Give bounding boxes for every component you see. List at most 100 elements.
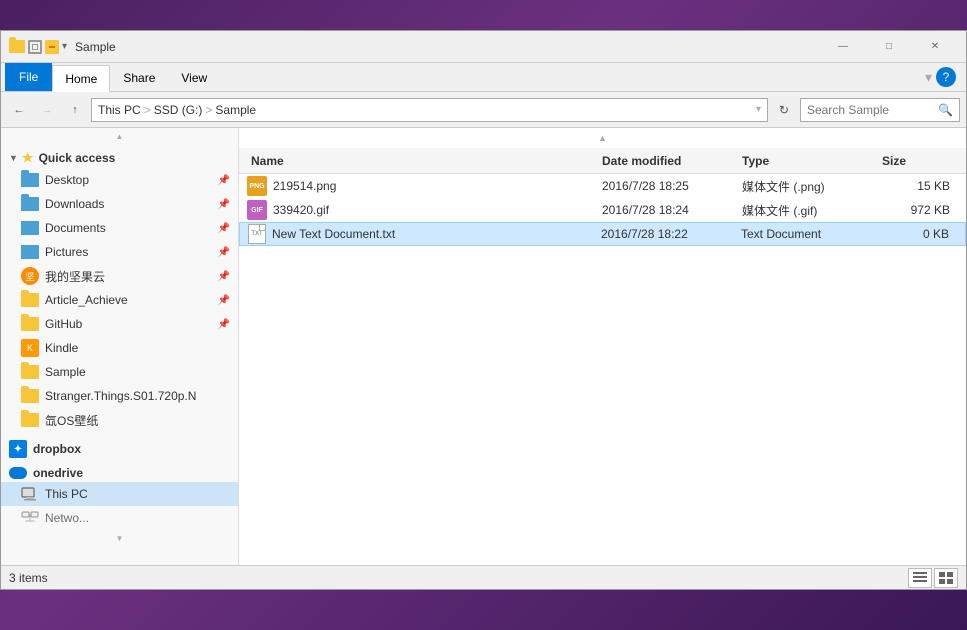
file-date-1: 2016/7/28 18:25 [598,179,738,193]
col-type[interactable]: Type [738,154,878,168]
sidebar-item-qios[interactable]: 氙OS壁纸 [1,408,238,432]
forward-button[interactable]: → [35,98,59,122]
sidebar-item-kindle[interactable]: K Kindle [1,336,238,360]
table-row[interactable]: TXT New Text Document.txt 2016/7/28 18:2… [239,222,966,246]
address-bar: ← → ↑ This PC > SSD (G:) > Sample ▾ ↻ 🔍 [1,92,966,128]
sidebar-item-stranger-label: Stranger.Things.S01.720p.N [45,389,196,403]
breadcrumb-sep-1: > [144,103,151,117]
breadcrumb-sep-2: > [205,103,212,117]
preview-view-button[interactable] [934,568,958,588]
file-list-scroll-up: ▲ [239,128,966,148]
scroll-down-indicator: ▼ [1,530,238,546]
dropbox-icon: ✦ [9,440,27,458]
window-controls: — □ ✕ [820,31,958,63]
sidebar-item-desktop[interactable]: Desktop 📌 [1,168,238,192]
network-icon [21,509,39,527]
onedrive-icon [9,467,27,479]
tab-file[interactable]: File [5,63,52,91]
sidebar-item-nutscloud[interactable]: 坚 我的坚果云 📌 [1,264,238,288]
breadcrumb[interactable]: This PC > SSD (G:) > Sample ▾ [91,98,768,122]
sidebar-item-downloads-label: Downloads [45,197,104,211]
view-buttons [908,568,958,588]
address-dropdown[interactable]: ▾ [756,104,761,115]
sidebar-item-downloads[interactable]: Downloads 📌 [1,192,238,216]
txt-icon: TXT [248,224,266,244]
sidebar-item-thispc[interactable]: This PC [1,482,238,506]
png-icon: PNG [247,176,267,196]
sidebar-item-article-achieve[interactable]: Article_Achieve 📌 [1,288,238,312]
file-type-3: Text Document [737,227,877,241]
sidebar-item-github[interactable]: GitHub 📌 [1,312,238,336]
file-list: ▲ Name Date modified Type Size PNG 21951… [239,128,966,565]
ribbon-collapse-button[interactable]: ▾ [925,69,932,86]
details-view-button[interactable] [908,568,932,588]
table-row[interactable]: PNG 219514.png 2016/7/28 18:25 媒体文件 (.pn… [239,174,966,198]
onedrive-header[interactable]: onedrive [1,462,238,482]
sidebar-item-network[interactable]: Netwo... [1,506,238,530]
file-date-3: 2016/7/28 18:22 [597,227,737,241]
sidebar-item-sample-label: Sample [45,365,86,379]
ribbon-tabs: File Home Share View ▾ ? [1,63,966,91]
dropbox-label: dropbox [33,442,81,456]
col-name[interactable]: Name [247,154,598,168]
sidebar-item-thispc-label: This PC [45,487,88,501]
close-button[interactable]: ✕ [912,31,958,63]
col-date[interactable]: Date modified [598,154,738,168]
pin-icon-desktop: 📌 [218,175,230,186]
ribbon: File Home Share View ▾ ? [1,63,966,92]
file-name-cell-2: GIF 339420.gif [247,200,598,220]
pin-icon-downloads: 📌 [218,199,230,210]
minimize-button[interactable]: — [820,31,866,63]
help-button[interactable]: ? [936,67,956,87]
file-size-1: 15 KB [878,179,958,193]
kindle-icon: K [21,339,39,357]
pin-icon-article: 📌 [218,295,230,306]
back-button[interactable]: ← [7,98,31,122]
quick-access-label: Quick access [39,151,116,165]
documents-folder-icon [21,219,39,237]
tab-view[interactable]: View [168,65,220,91]
sidebar-item-stranger[interactable]: Stranger.Things.S01.720p.N [1,384,238,408]
onedrive-label: onedrive [33,466,83,480]
sidebar-item-nutscloud-label: 我的坚果云 [45,268,105,285]
maximize-button[interactable]: □ [866,31,912,63]
dropbox-header[interactable]: ✦ dropbox [1,436,238,460]
up-button[interactable]: ↑ [63,98,87,122]
quick-access-star: ★ [22,150,34,166]
file-date-2: 2016/7/28 18:24 [598,203,738,217]
thispc-icon [21,485,39,503]
status-bar: 3 items [1,565,966,589]
file-name-cell-3: TXT New Text Document.txt [248,224,597,244]
tab-home[interactable]: Home [52,65,110,92]
search-input[interactable] [807,103,934,117]
window-title: Sample [75,40,820,54]
sidebar-item-sample[interactable]: Sample [1,360,238,384]
gif-icon: GIF [247,200,267,220]
sidebar-item-kindle-label: Kindle [45,341,78,355]
refresh-button[interactable]: ↻ [772,98,796,122]
downloads-folder-icon [21,195,39,213]
table-row[interactable]: GIF 339420.gif 2016/7/28 18:24 媒体文件 (.gi… [239,198,966,222]
sidebar-item-documents[interactable]: Documents 📌 [1,216,238,240]
file-list-header: Name Date modified Type Size [239,148,966,174]
col-size[interactable]: Size [878,154,958,168]
tab-share[interactable]: Share [110,65,168,91]
sidebar-item-article-achieve-label: Article_Achieve [45,293,128,307]
file-type-2: 媒体文件 (.gif) [738,202,878,219]
file-name-1: 219514.png [273,179,336,193]
sidebar-item-github-label: GitHub [45,317,82,331]
search-icon[interactable]: 🔍 [938,103,953,117]
nutscloud-icon: 坚 [21,267,39,285]
breadcrumb-item-ssd[interactable]: SSD (G:) [154,103,203,117]
sidebar: ▲ ▼ ★ Quick access Desktop 📌 Downloads � [1,128,239,565]
sidebar-item-pictures[interactable]: Pictures 📌 [1,240,238,264]
file-size-2: 972 KB [878,203,958,217]
file-name-2: 339420.gif [273,203,329,217]
breadcrumb-item-sample[interactable]: Sample [215,103,256,117]
quick-access-header[interactable]: ▼ ★ Quick access [1,146,238,168]
article-achieve-folder-icon [21,291,39,309]
search-box[interactable]: 🔍 [800,98,960,122]
file-name-cell-1: PNG 219514.png [247,176,598,196]
breadcrumb-item-thispc[interactable]: This PC [98,103,141,117]
sidebar-item-network-label: Netwo... [45,511,89,525]
